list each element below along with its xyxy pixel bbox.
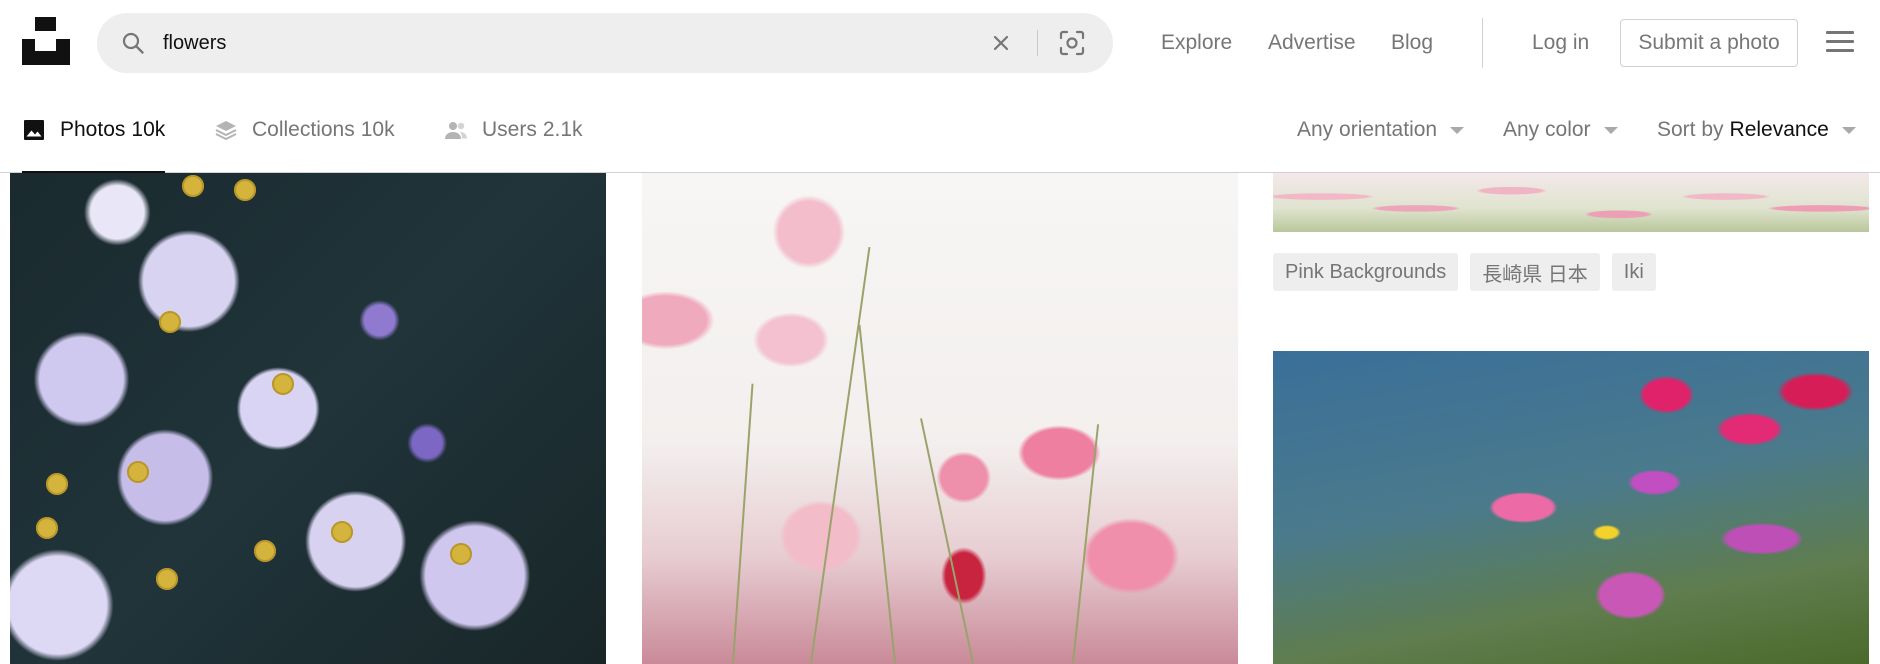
orientation-filter[interactable]: Any orientation (1297, 86, 1465, 173)
tab-photos-label: Photos (60, 117, 126, 141)
users-icon (445, 121, 467, 139)
chevron-down-icon (1603, 127, 1618, 134)
clear-search-icon[interactable] (989, 31, 1013, 55)
search-icon[interactable] (121, 31, 145, 55)
search-subnav: Photos 10k Collections 10k Users 2.1k An… (0, 86, 1880, 174)
top-header: Explore Advertise Blog Log in Submit a p… (0, 0, 1880, 86)
tab-users[interactable]: Users 2.1k (444, 86, 583, 173)
photo-pink-flower-field[interactable] (1273, 173, 1869, 232)
collections-icon (215, 120, 237, 140)
chevron-down-icon (1841, 127, 1856, 134)
submit-photo-button[interactable]: Submit a photo (1620, 19, 1798, 67)
search-divider (1037, 30, 1038, 56)
tab-photos[interactable]: Photos 10k (22, 86, 166, 174)
search-bar (97, 13, 1113, 73)
image-icon (24, 119, 44, 140)
nav-advertise-link[interactable]: Advertise (1268, 30, 1356, 56)
tag-iki[interactable]: Iki (1611, 253, 1656, 291)
nav-divider (1482, 18, 1483, 68)
hamburger-menu-icon[interactable] (1826, 31, 1854, 53)
tag-pink-backgrounds[interactable]: Pink Backgrounds (1273, 253, 1459, 291)
tab-users-label: Users (482, 117, 537, 141)
tab-collections-count: 10k (360, 117, 395, 141)
color-filter-label: Any color (1503, 117, 1591, 141)
photo-tags: Pink Backgrounds 長崎県 日本 Iki (1273, 253, 1656, 291)
nav-blog-link[interactable]: Blog (1391, 30, 1433, 56)
tab-photos-count: 10k (131, 117, 166, 141)
nav-explore-link[interactable]: Explore (1161, 30, 1232, 56)
tab-collections-label: Collections (252, 117, 355, 141)
photo-pink-cosmos[interactable] (642, 173, 1238, 664)
orientation-filter-label: Any orientation (1297, 117, 1438, 141)
visual-search-icon[interactable] (1059, 30, 1085, 56)
chevron-down-icon (1450, 127, 1465, 134)
photo-purple-asters[interactable] (10, 173, 606, 664)
login-link[interactable]: Log in (1532, 30, 1589, 56)
logo-bottom-block (22, 39, 70, 65)
unsplash-logo[interactable] (22, 17, 70, 65)
search-input[interactable] (163, 23, 1023, 63)
tab-users-count: 2.1k (542, 117, 583, 141)
tag-nagasaki-japan[interactable]: 長崎県 日本 (1470, 253, 1600, 291)
sort-prefix: Sort by (1657, 117, 1724, 141)
photo-goldfinch-cosmos[interactable] (1273, 351, 1869, 664)
logo-top-block (35, 17, 56, 31)
sort-value: Relevance (1729, 117, 1829, 141)
tab-collections[interactable]: Collections 10k (214, 86, 395, 173)
color-filter[interactable]: Any color (1503, 86, 1618, 173)
sort-filter[interactable]: Sort by Relevance (1657, 86, 1856, 173)
